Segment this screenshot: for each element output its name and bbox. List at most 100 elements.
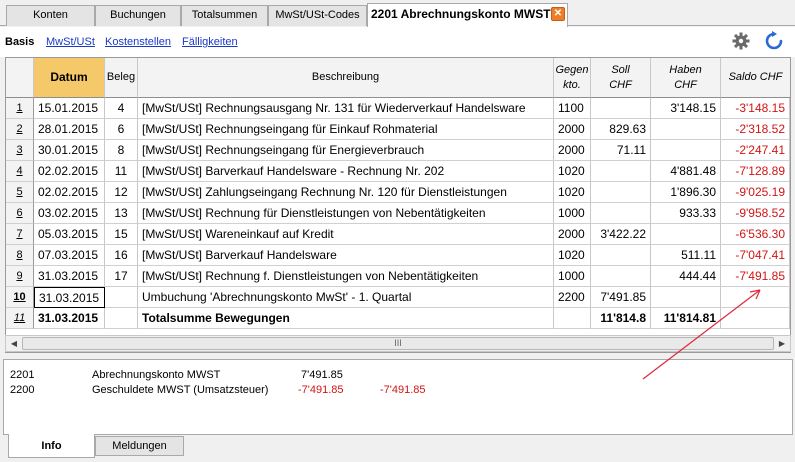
cell-saldo[interactable]: -7'128.89 — [721, 161, 790, 182]
tab-meldungen[interactable]: Meldungen — [95, 436, 184, 456]
table-row[interactable]: 7 05.03.2015 15 [MwSt/USt] Wareneinkauf auf… — [6, 224, 792, 245]
cell-haben[interactable] — [651, 224, 721, 245]
cell-haben[interactable]: 4'881.48 — [651, 161, 721, 182]
total-cell-soll[interactable]: 11'814.8 — [591, 308, 651, 329]
cell-haben[interactable]: 933.33 — [651, 203, 721, 224]
total-cell-haben[interactable]: 11'814.81 — [651, 308, 721, 329]
cell-beleg[interactable]: 15 — [105, 224, 138, 245]
cell-saldo[interactable]: -7'491.85 — [721, 266, 790, 287]
cell-beleg[interactable]: 13 — [105, 203, 138, 224]
total-cell-empty[interactable] — [554, 308, 591, 329]
cell-beschreibung[interactable]: [MwSt/USt] Wareneinkauf auf Kredit — [138, 224, 554, 245]
cell-beleg[interactable]: 6 — [105, 119, 138, 140]
column-header-gegenkonto[interactable]: Gegen kto. — [554, 58, 591, 98]
cell-beschreibung[interactable]: [MwSt/USt] Zahlungseingang Rechnung Nr. … — [138, 182, 554, 203]
table-row[interactable]: 4 02.02.2015 11 [MwSt/USt] Barverkauf Hande… — [6, 161, 792, 182]
table-row[interactable]: 9 31.03.2015 17 [MwSt/USt] Rechnung f. Dien… — [6, 266, 792, 287]
cell-nr[interactable]: 2 — [6, 119, 34, 140]
cell-beleg[interactable] — [105, 287, 138, 308]
cell-haben[interactable]: 444.44 — [651, 266, 721, 287]
cell-nr[interactable]: 7 — [6, 224, 34, 245]
cell-datum[interactable]: 15.01.2015 — [34, 98, 105, 119]
cell-soll[interactable] — [591, 266, 651, 287]
cell-datum[interactable]: 30.01.2015 — [34, 140, 105, 161]
cell-nr[interactable]: 10 — [6, 287, 34, 308]
cell-haben[interactable]: 511.11 — [651, 245, 721, 266]
cell-saldo[interactable]: -2'318.52 — [721, 119, 790, 140]
cell-beschreibung[interactable]: [MwSt/USt] Rechnung f. Dienstleistungen … — [138, 266, 554, 287]
cell-nr[interactable]: 1 — [6, 98, 34, 119]
cell-nr[interactable]: 6 — [6, 203, 34, 224]
table-row[interactable]: 3 30.01.2015 8 [MwSt/USt] Rechnungseingang … — [6, 140, 792, 161]
cell-gegenkto[interactable]: 1100 — [554, 98, 591, 119]
cell-saldo[interactable] — [721, 287, 790, 308]
tab-totalsummen[interactable]: Totalsummen — [181, 5, 268, 26]
table-row[interactable]: 5 02.02.2015 12 [MwSt/USt] Zahlungseingang … — [6, 182, 792, 203]
cell-datum[interactable]: 05.03.2015 — [34, 224, 105, 245]
column-header-haben[interactable]: Haben CHF — [651, 58, 721, 98]
cell-haben[interactable]: 3'148.15 — [651, 98, 721, 119]
cell-gegenkto[interactable]: 2000 — [554, 140, 591, 161]
view-faelligkeiten[interactable]: Fälligkeiten — [182, 36, 238, 48]
total-row[interactable]: 11 31.03.2015 Totalsumme Bewegungen 11'814.… — [6, 308, 792, 329]
cell-haben[interactable]: 1'896.30 — [651, 182, 721, 203]
column-header-soll[interactable]: Soll CHF — [591, 58, 651, 98]
cell-nr[interactable]: 4 — [6, 161, 34, 182]
cell-nr[interactable]: 8 — [6, 245, 34, 266]
cell-gegenkto[interactable]: 2200 — [554, 287, 591, 308]
cell-gegenkto[interactable]: 1020 — [554, 182, 591, 203]
cell-soll[interactable] — [591, 98, 651, 119]
cell-datum[interactable]: 07.03.2015 — [34, 245, 105, 266]
total-cell-nr[interactable]: 11 — [6, 308, 34, 329]
cell-datum[interactable]: 02.02.2015 — [34, 182, 105, 203]
cell-beleg[interactable]: 12 — [105, 182, 138, 203]
table-row[interactable]: 6 03.02.2015 13 [MwSt/USt] Rechnung für Die… — [6, 203, 792, 224]
view-mwst[interactable]: MwSt/USt — [46, 36, 95, 48]
cell-haben[interactable] — [651, 140, 721, 161]
cell-beleg[interactable]: 17 — [105, 266, 138, 287]
cell-gegenkto[interactable]: 1000 — [554, 203, 591, 224]
tab-mwst-codes[interactable]: MwSt/USt-Codes — [268, 5, 367, 26]
scrollbar-thumb[interactable]: III — [22, 337, 774, 350]
cell-beleg[interactable]: 16 — [105, 245, 138, 266]
scroll-right-icon[interactable]: ▶ — [775, 337, 789, 350]
gear-icon[interactable] — [731, 31, 751, 51]
cell-saldo[interactable]: -7'047.41 — [721, 245, 790, 266]
cell-gegenkto[interactable]: 1020 — [554, 245, 591, 266]
cell-soll[interactable]: 3'422.22 — [591, 224, 651, 245]
total-cell-empty[interactable] — [105, 308, 138, 329]
tab-konten[interactable]: Konten — [6, 5, 95, 26]
tab-abrechnungskonto[interactable]: 2201 Abrechnungskonto MWST ✕ — [367, 3, 568, 27]
cell-beschreibung[interactable]: [MwSt/USt] Rechnung für Dienstleistungen… — [138, 203, 554, 224]
cell-soll[interactable] — [591, 161, 651, 182]
column-header-saldo[interactable]: Saldo CHF — [721, 58, 790, 98]
cell-saldo[interactable]: -9'958.52 — [721, 203, 790, 224]
total-cell-beschreibung[interactable]: Totalsumme Bewegungen — [138, 308, 554, 329]
column-header-beleg[interactable]: Beleg — [105, 58, 138, 98]
cell-datum[interactable]: 28.01.2015 — [34, 119, 105, 140]
cell-soll[interactable]: 71.11 — [591, 140, 651, 161]
cell-nr[interactable]: 3 — [6, 140, 34, 161]
cell-soll[interactable] — [591, 245, 651, 266]
table-row[interactable]: 1 15.01.2015 4 [MwSt/USt] Rechnungsausgang … — [6, 98, 792, 119]
close-icon[interactable]: ✕ — [551, 7, 565, 21]
column-header-beschreibung[interactable]: Beschreibung — [138, 58, 554, 98]
cell-beschreibung[interactable]: [MwSt/USt] Barverkauf Handelsware — [138, 245, 554, 266]
cell-beschreibung[interactable]: Umbuchung 'Abrechnungskonto MwSt' - 1. Q… — [138, 287, 554, 308]
cell-beschreibung[interactable]: [MwSt/USt] Rechnungseingang für Einkauf … — [138, 119, 554, 140]
scroll-left-icon[interactable]: ◀ — [7, 337, 21, 350]
view-basis[interactable]: Basis — [5, 36, 34, 48]
view-kostenstellen[interactable]: Kostenstellen — [105, 36, 171, 48]
horizontal-scrollbar[interactable]: ◀ III ▶ — [5, 335, 791, 352]
cell-gegenkto[interactable]: 1020 — [554, 161, 591, 182]
cell-datum[interactable]: 31.03.2015 — [34, 287, 105, 308]
total-cell-datum[interactable]: 31.03.2015 — [34, 308, 105, 329]
cell-beleg[interactable]: 4 — [105, 98, 138, 119]
total-cell-empty[interactable] — [721, 308, 790, 329]
cell-haben[interactable] — [651, 119, 721, 140]
cell-beleg[interactable]: 8 — [105, 140, 138, 161]
cell-nr[interactable]: 9 — [6, 266, 34, 287]
cell-haben[interactable] — [651, 287, 721, 308]
cell-soll[interactable] — [591, 182, 651, 203]
cell-gegenkto[interactable]: 2000 — [554, 119, 591, 140]
